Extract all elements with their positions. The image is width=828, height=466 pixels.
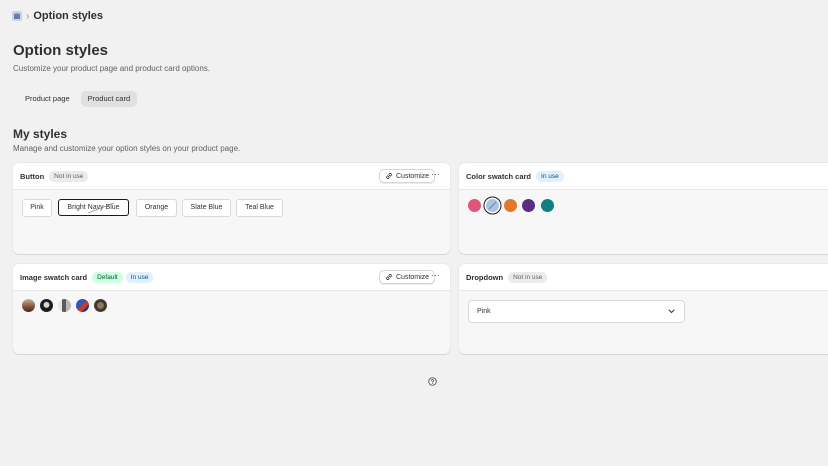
link-icon (386, 173, 392, 179)
image-swatch-3[interactable] (58, 299, 71, 312)
status-badge: In use (536, 170, 564, 182)
more-options-icon[interactable]: ··· (431, 170, 440, 179)
dropdown-style-card: Dropdown Not in use Pink (459, 264, 828, 354)
option-button-pink[interactable]: Pink (22, 199, 52, 217)
link-icon (386, 274, 392, 280)
more-options-icon[interactable]: ··· (431, 271, 440, 280)
status-badge: Not in use (508, 271, 548, 283)
customize-button[interactable]: Customize (379, 169, 436, 183)
customize-label: Customize (396, 172, 430, 180)
image-swatch-4[interactable] (76, 299, 89, 312)
card-title: Color swatch card (466, 171, 532, 181)
breadcrumb-separator: › (26, 10, 30, 22)
card-header: Color swatch card In use (459, 163, 828, 190)
card-title: Dropdown (466, 272, 504, 282)
option-button-slate-blue[interactable]: Slate Blue (182, 199, 231, 217)
top-bar: › Option styles (0, 0, 828, 32)
color-swatch-orange[interactable] (504, 199, 517, 212)
customize-button[interactable]: Customize (379, 270, 436, 284)
strikethrough-line (87, 202, 115, 214)
image-swatch-card: Image swatch card Default In use Customi… (13, 264, 450, 354)
card-header: Dropdown Not in use (459, 264, 828, 291)
breadcrumb-current: Option styles (33, 10, 104, 22)
color-swatch-light-blue[interactable] (486, 199, 499, 212)
page-title: Option styles (13, 42, 109, 59)
page-subtitle: Customize your product page and product … (13, 64, 211, 73)
card-title: Image swatch card (20, 272, 88, 282)
color-swatch-teal[interactable] (541, 199, 554, 212)
default-badge: Default (92, 271, 123, 283)
color-swatch-pink[interactable] (468, 199, 481, 212)
color-swatch-purple[interactable] (522, 199, 535, 212)
section-subtitle: Manage and customize your option styles … (13, 144, 241, 153)
card-title: Button (20, 171, 45, 181)
image-swatch-1[interactable] (22, 299, 35, 312)
option-button-orange[interactable]: Orange (136, 199, 177, 217)
option-dropdown-select[interactable]: Pink (468, 300, 685, 323)
app-icon[interactable] (12, 11, 22, 21)
color-swatch-card: Color swatch card In use (459, 163, 828, 254)
card-header: Button Not in use Customize ··· (13, 163, 450, 190)
option-button-teal-blue[interactable]: Teal Blue (236, 199, 283, 217)
button-style-card: Button Not in use Customize ··· Pink Bri… (13, 163, 450, 254)
help-icon[interactable] (428, 377, 437, 386)
strikethrough-line (488, 201, 497, 210)
status-badge: Not in use (49, 170, 89, 182)
dropdown-value: Pink (477, 308, 491, 315)
image-swatch-5[interactable] (94, 299, 107, 312)
section-title: My styles (13, 127, 68, 141)
customize-label: Customize (396, 273, 430, 281)
tab-group: Product page Product card (18, 91, 138, 107)
status-badge: In use (125, 271, 154, 283)
chevron-down-icon (668, 309, 675, 313)
tab-product-card[interactable]: Product card (80, 91, 138, 107)
card-header: Image swatch card Default In use Customi… (13, 264, 450, 291)
tab-product-page[interactable]: Product page (18, 91, 77, 107)
image-swatch-2[interactable] (40, 299, 53, 312)
